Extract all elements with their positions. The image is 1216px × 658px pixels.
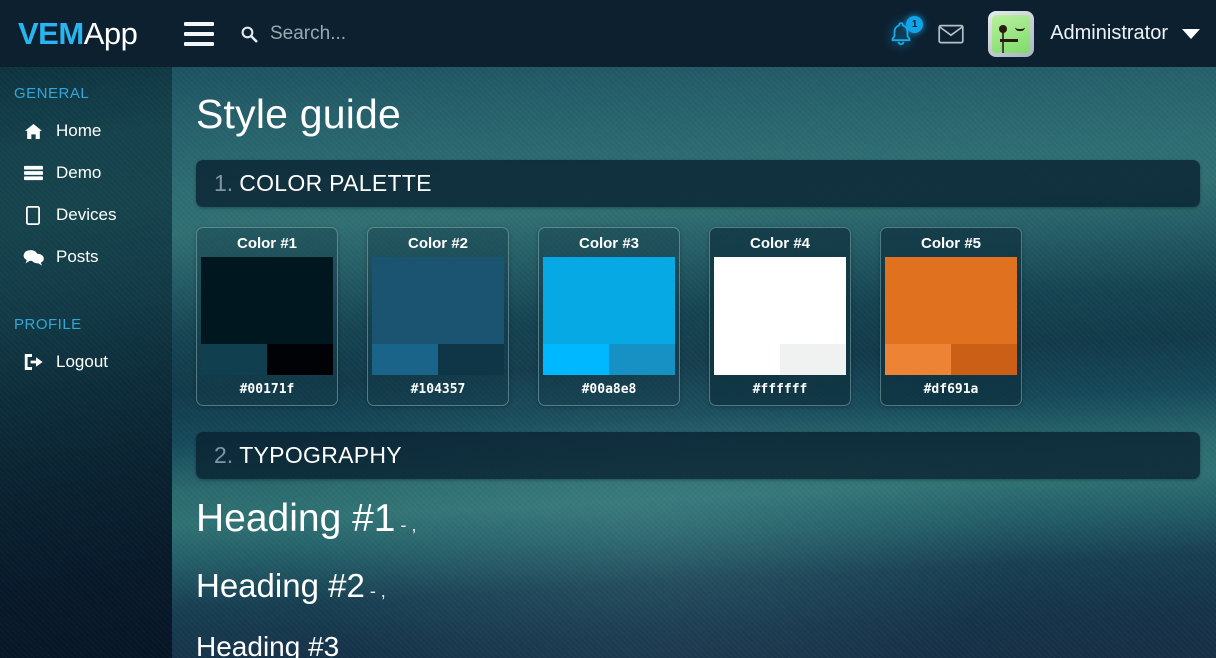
color-swatch-preview <box>543 257 675 375</box>
typography-list: Heading #1 - ,Heading #2 - ,Heading #3 <box>172 479 1216 658</box>
typography-sample-text: Heading #2 <box>196 567 365 604</box>
username-label: Administrator <box>1050 22 1168 45</box>
color-swatch-dark <box>780 344 846 375</box>
color-swatch-name: Color #4 <box>714 232 846 257</box>
color-swatch-main <box>543 257 675 344</box>
section-title: TYPOGRAPHY <box>239 442 402 469</box>
color-swatch-name: Color #5 <box>885 232 1017 257</box>
color-swatch-dark <box>267 344 333 375</box>
avatar-mouth <box>1000 39 1018 42</box>
color-swatch-variants <box>543 344 675 375</box>
color-palette-list: Color #1 #00171f Color #2 #104357 Color #3 #0… <box>172 207 1216 406</box>
home-icon <box>22 121 44 141</box>
color-swatch-card: Color #5 #df691a <box>880 227 1022 406</box>
avatar[interactable] <box>988 11 1034 57</box>
logo-primary: VEM <box>18 16 84 52</box>
color-swatch-hex: #df691a <box>885 375 1017 400</box>
section-header-color-palette: 1. COLOR PALETTE <box>196 160 1200 207</box>
hamburger-bar <box>184 32 214 36</box>
color-swatch-dark <box>951 344 1017 375</box>
search-icon[interactable] <box>240 25 258 43</box>
sidebar-item-devices[interactable]: Devices <box>0 194 172 236</box>
chevron-down-icon[interactable] <box>1182 29 1200 39</box>
color-swatch-name: Color #3 <box>543 232 675 257</box>
color-swatch-dark <box>438 344 504 375</box>
color-swatch-preview <box>714 257 846 375</box>
sidebar-item-posts[interactable]: Posts <box>0 236 172 278</box>
color-swatch-hex: #ffffff <box>714 375 846 400</box>
server-icon <box>22 163 44 183</box>
sidebar: GENERAL Home Demo Devices <box>0 67 172 658</box>
typography-sample-text: Heading #1 <box>196 497 396 540</box>
main-content: Style guide 1. COLOR PALETTE Color #1 #00… <box>172 67 1216 658</box>
color-swatch-preview <box>201 257 333 375</box>
sidebar-item-demo[interactable]: Demo <box>0 152 172 194</box>
color-swatch-hex: #104357 <box>372 375 504 400</box>
sidebar-item-label: Logout <box>56 352 108 372</box>
hamburger-bar <box>184 22 214 26</box>
color-swatch-card: Color #2 #104357 <box>367 227 509 406</box>
color-swatch-variants <box>885 344 1017 375</box>
color-swatch-light <box>201 344 267 375</box>
color-swatch-variants <box>201 344 333 375</box>
color-swatch-card: Color #3 #00a8e8 <box>538 227 680 406</box>
envelope-icon[interactable] <box>938 23 964 45</box>
avatar-face <box>992 15 1030 53</box>
typography-sample: Heading #3 <box>196 631 1216 658</box>
sidebar-item-label: Home <box>56 121 101 141</box>
logo-secondary: App <box>84 16 138 52</box>
hamburger-bar <box>184 42 214 46</box>
section-header-typography: 2. TYPOGRAPHY <box>196 432 1200 479</box>
section-number: 1. <box>214 170 233 197</box>
sidebar-item-logout[interactable]: Logout <box>0 341 172 383</box>
color-swatch-card: Color #1 #00171f <box>196 227 338 406</box>
color-swatch-main <box>714 257 846 344</box>
color-swatch-variants <box>714 344 846 375</box>
color-swatch-card: Color #4 #ffffff <box>709 227 851 406</box>
typography-sample: Heading #2 - , <box>196 567 1216 605</box>
color-swatch-hex: #00a8e8 <box>543 375 675 400</box>
color-swatch-main <box>885 257 1017 344</box>
color-swatch-main <box>372 257 504 344</box>
avatar-eye-right <box>1015 27 1025 31</box>
tablet-icon <box>22 205 44 225</box>
typography-sample-text: Heading #3 <box>196 631 339 658</box>
sidebar-item-label: Devices <box>56 205 116 225</box>
sidebar-item-label: Posts <box>56 247 99 267</box>
top-navigation-bar: VEMApp 1 <box>0 0 1216 67</box>
notification-badge: 1 <box>906 16 923 33</box>
comments-icon <box>22 247 44 267</box>
color-swatch-light <box>372 344 438 375</box>
hamburger-icon[interactable] <box>184 22 214 46</box>
section-number: 2. <box>214 442 233 469</box>
search-area <box>240 14 886 54</box>
typography-sample-meta: - , <box>365 581 386 601</box>
typography-sample-meta: - , <box>396 515 417 535</box>
sign-out-icon <box>22 352 44 372</box>
sidebar-item-label: Demo <box>56 163 101 183</box>
color-swatch-light <box>885 344 951 375</box>
section-title: COLOR PALETTE <box>239 170 432 197</box>
sidebar-item-home[interactable]: Home <box>0 110 172 152</box>
sidebar-group-general: GENERAL <box>0 67 172 110</box>
search-input[interactable] <box>270 23 650 45</box>
avatar-eye-left <box>999 25 1007 33</box>
top-bar-actions: 1 Administrator <box>886 0 1216 67</box>
notifications-button[interactable]: 1 <box>886 19 916 49</box>
color-swatch-preview <box>372 257 504 375</box>
typography-sample: Heading #1 - , <box>196 497 1216 541</box>
page-title: Style guide <box>172 67 1216 138</box>
color-swatch-light <box>543 344 609 375</box>
sidebar-group-profile: PROFILE <box>0 278 172 341</box>
color-swatch-hex: #00171f <box>201 375 333 400</box>
color-swatch-dark <box>609 344 675 375</box>
color-swatch-name: Color #2 <box>372 232 504 257</box>
color-swatch-preview <box>885 257 1017 375</box>
color-swatch-light <box>714 344 780 375</box>
color-swatch-variants <box>372 344 504 375</box>
color-swatch-name: Color #1 <box>201 232 333 257</box>
color-swatch-main <box>201 257 333 344</box>
app-logo[interactable]: VEMApp <box>0 0 172 67</box>
